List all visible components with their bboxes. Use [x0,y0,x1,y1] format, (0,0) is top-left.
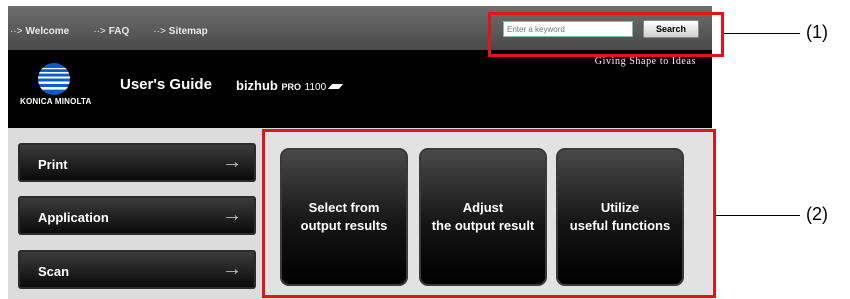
dotted-arrow-icon: ··> [153,26,166,37]
dotted-arrow-icon: ··> [93,26,106,37]
callout-box-2 [262,129,716,298]
nav-link-sitemap[interactable]: ··> Sitemap [153,26,207,37]
tagline: Giving Shape to Ideas [594,56,696,67]
dotted-arrow-icon: ··> [10,26,23,37]
page-title: User's Guide [120,76,212,93]
product-model: PRO [281,82,302,92]
arrow-right-icon: → [222,151,242,173]
arrow-right-icon: → [222,204,242,226]
sidebar-item-label: Application [38,210,109,225]
top-nav-links: ··> Welcome ··> FAQ ··> Sitemap [8,26,208,37]
logo-text: KONICA MINOLTA [20,97,92,106]
header-banner: Giving Shape to Ideas KONICA MINOLTA Use… [8,50,712,128]
globe-logo-icon [38,63,70,95]
product-number: 1100 [304,82,327,93]
nav-link-faq[interactable]: ··> FAQ [93,26,129,37]
sidebar-item-scan[interactable]: Scan → [18,250,256,289]
slash-mark-icon [328,84,344,90]
sidebar-item-label: Scan [38,264,70,279]
product-name: bizhub PRO 1100 [236,78,344,93]
callout-box-1 [488,12,724,57]
callout-label-1: (1) [806,22,828,42]
nav-link-welcome-label: Welcome [25,26,70,37]
product-brand: bizhub [236,78,278,93]
nav-link-faq-label: FAQ [108,26,130,37]
callout-label-2: (2) [806,204,828,224]
callout-line-1 [724,33,800,34]
nav-link-welcome[interactable]: ··> Welcome [10,26,69,37]
arrow-right-icon: → [222,258,242,280]
nav-link-sitemap-label: Sitemap [168,26,208,37]
sidebar-item-application[interactable]: Application → [18,196,256,235]
sidebar-item-print[interactable]: Print → [18,143,256,182]
callout-line-2 [716,215,800,216]
sidebar-item-label: Print [38,157,68,172]
konica-minolta-logo: KONICA MINOLTA [20,62,92,122]
